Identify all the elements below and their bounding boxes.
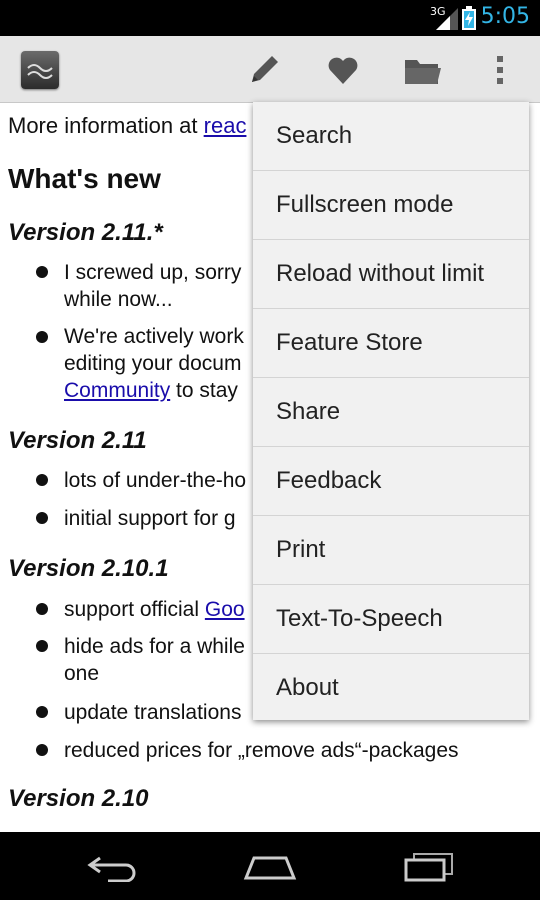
menu-item-label: Feedback: [276, 467, 382, 494]
list-item: reduced prices for „remove ads“-packages: [64, 739, 459, 762]
menu-item-label: Text-To-Speech: [276, 605, 443, 632]
list-item-text: support official: [64, 598, 205, 621]
folder-icon[interactable]: [402, 50, 442, 90]
menu-item-label: Print: [276, 536, 326, 563]
home-icon[interactable]: [242, 852, 298, 882]
menu-item-reload-without-limit[interactable]: Reload without limit: [253, 240, 529, 309]
bullet-icon: [36, 512, 48, 524]
list-item-text: to stay: [170, 379, 238, 402]
version-heading: Version 2.11.*: [8, 219, 163, 246]
menu-item-label: Share: [276, 398, 341, 425]
recent-apps-icon[interactable]: [402, 852, 456, 882]
bullet-icon: [36, 331, 48, 343]
menu-item-fullscreen-mode[interactable]: Fullscreen mode: [253, 171, 529, 240]
heart-icon[interactable]: [323, 50, 363, 90]
menu-item-label: About: [276, 674, 339, 701]
overflow-menu-icon[interactable]: [480, 50, 520, 90]
bullet-icon: [36, 266, 48, 278]
more-info-prefix: More information at: [8, 113, 204, 138]
bullet-icon: [36, 706, 48, 718]
community-link[interactable]: Community: [64, 379, 170, 402]
app-logo[interactable]: [21, 51, 59, 89]
app-logo-icon: [27, 64, 53, 79]
status-bar: 3G 5:05: [0, 0, 540, 36]
action-bar: [0, 36, 540, 103]
battery-charging-icon: [462, 6, 476, 30]
menu-item-text-to-speech[interactable]: Text-To-Speech: [253, 585, 529, 654]
signal-icon: [436, 8, 458, 30]
menu-item-share[interactable]: Share: [253, 378, 529, 447]
overflow-menu: Search Fullscreen mode Reload without li…: [253, 102, 529, 720]
clock: 5:05: [480, 4, 530, 29]
version-heading: Version 2.11: [8, 427, 147, 454]
menu-item-label: Reload without limit: [276, 260, 485, 287]
menu-item-label: Feature Store: [276, 329, 423, 356]
menu-item-feature-store[interactable]: Feature Store: [253, 309, 529, 378]
menu-item-about[interactable]: About: [253, 654, 529, 722]
navigation-bar: [0, 832, 540, 900]
whats-new-heading: What's new: [8, 163, 161, 194]
bullet-icon: [36, 640, 48, 652]
menu-item-feedback[interactable]: Feedback: [253, 447, 529, 516]
more-info-text: More information at reac: [8, 113, 246, 139]
bullet-icon: [36, 474, 48, 486]
pencil-icon[interactable]: [244, 50, 284, 90]
bullet-icon: [36, 744, 48, 756]
google-link[interactable]: Goo: [205, 598, 245, 621]
bullet-icon: [36, 603, 48, 615]
version-heading: Version 2.10: [8, 785, 149, 812]
version-heading: Version 2.10.1: [8, 555, 169, 582]
menu-item-label: Fullscreen mode: [276, 191, 454, 218]
menu-item-search[interactable]: Search: [253, 102, 529, 171]
more-info-link[interactable]: reac: [204, 113, 247, 138]
back-icon[interactable]: [86, 852, 140, 882]
menu-item-label: Search: [276, 122, 353, 149]
menu-item-print[interactable]: Print: [253, 516, 529, 585]
